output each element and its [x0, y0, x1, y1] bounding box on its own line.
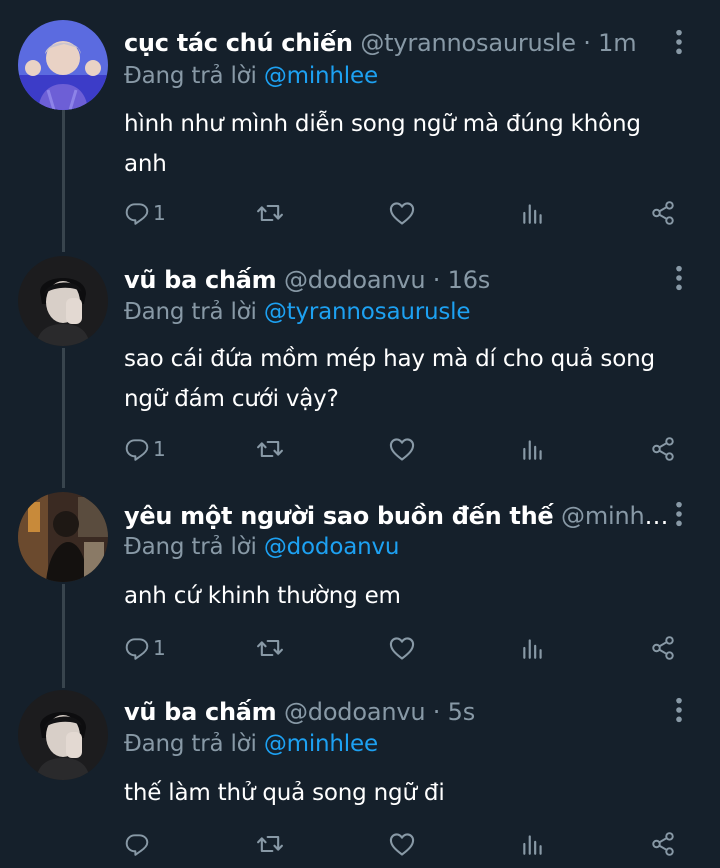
- share-button[interactable]: [650, 630, 676, 666]
- reply-icon: [124, 200, 150, 226]
- like-icon: [388, 830, 416, 858]
- avatar[interactable]: [18, 256, 108, 346]
- reply-button[interactable]: 1: [124, 431, 166, 467]
- tweet-text-line: anh: [124, 151, 167, 177]
- tweet-header: cục tác chú chiến @tyrannosaurusle · 1m: [124, 25, 672, 61]
- analytics-button[interactable]: [520, 195, 546, 231]
- reply-count: 1: [153, 636, 166, 660]
- tweet-header: vũ ba chấm @dodoanvu · 5s: [124, 694, 672, 730]
- tweet-text-line: sao cái đứa mồm mép hay mà dí cho quả so…: [124, 346, 655, 372]
- reply-count: 1: [153, 437, 166, 461]
- tweet-text: hình như mình diễn song ngữ mà đúng khôn…: [124, 104, 684, 184]
- share-button[interactable]: [650, 826, 676, 862]
- tweet-text-line: hình như mình diễn song ngữ mà đúng khôn…: [124, 111, 641, 137]
- analytics-button[interactable]: [520, 431, 546, 467]
- display-name[interactable]: vũ ba chấm: [124, 698, 277, 726]
- tweet-text-line: thế làm thử quả song ngữ đi: [124, 780, 445, 806]
- avatar[interactable]: [18, 690, 108, 780]
- reply-button[interactable]: 1: [124, 630, 166, 666]
- share-button[interactable]: [650, 431, 676, 467]
- retweet-icon: [256, 634, 284, 662]
- action-bar: [124, 826, 684, 862]
- reply-button[interactable]: [124, 826, 153, 862]
- replying-prefix: Đang trả lời: [124, 731, 264, 757]
- like-button[interactable]: [388, 630, 416, 666]
- replying-to: Đang trả lời @minhlee: [124, 60, 378, 92]
- display-name[interactable]: vũ ba chấm: [124, 266, 277, 294]
- share-icon: [650, 200, 676, 226]
- tweet-text: thế làm thử quả song ngữ đi: [124, 773, 684, 813]
- replying-prefix: Đang trả lời: [124, 534, 264, 560]
- tweet[interactable]: cục tác chú chiến @tyrannosaurusle · 1m …: [0, 0, 720, 236]
- like-icon: [388, 199, 416, 227]
- more-icon[interactable]: [674, 264, 690, 294]
- replying-prefix: Đang trả lời: [124, 63, 264, 89]
- replying-to: Đang trả lời @dodoanvu: [124, 531, 399, 563]
- more-icon[interactable]: [674, 500, 690, 530]
- tweet[interactable]: vũ ba chấm @dodoanvu · 5s Đang trả lời @…: [0, 670, 720, 868]
- tweet-text-line: ngữ đám cưới vậy?: [124, 386, 339, 412]
- retweet-button[interactable]: [256, 431, 284, 467]
- tweet-text: sao cái đứa mồm mép hay mà dí cho quả so…: [124, 339, 684, 419]
- more-icon[interactable]: [674, 696, 690, 726]
- retweet-button[interactable]: [256, 630, 284, 666]
- retweet-icon: [256, 830, 284, 858]
- like-icon: [388, 634, 416, 662]
- more-icon[interactable]: [674, 28, 690, 58]
- mention-link[interactable]: @dodoanvu: [264, 534, 400, 560]
- retweet-icon: [256, 199, 284, 227]
- replying-prefix: Đang trả lời: [124, 299, 264, 325]
- analytics-icon: [520, 635, 546, 661]
- handle-and-time: @dodoanvu · 5s: [283, 698, 476, 726]
- share-icon: [650, 635, 676, 661]
- action-bar: 1: [124, 630, 684, 666]
- reply-icon: [124, 831, 150, 857]
- tweet-header: yêu một người sao buồn đến thế @minhlee …: [124, 498, 672, 534]
- like-button[interactable]: [388, 195, 416, 231]
- replying-to: Đang trả lời @tyrannosaurusle: [124, 296, 470, 328]
- tweet-text: anh cứ khinh thường em: [124, 576, 684, 616]
- avatar[interactable]: [18, 20, 108, 110]
- retweet-button[interactable]: [256, 195, 284, 231]
- reply-count: 1: [153, 201, 166, 225]
- action-bar: 1: [124, 195, 684, 231]
- action-bar: 1: [124, 431, 684, 467]
- mention-link[interactable]: @tyrannosaurusle: [264, 299, 471, 325]
- mention-link[interactable]: @minhlee: [264, 731, 378, 757]
- analytics-button[interactable]: [520, 826, 546, 862]
- analytics-icon: [520, 436, 546, 462]
- mention-link[interactable]: @minhlee: [264, 63, 378, 89]
- replying-to: Đang trả lời @minhlee: [124, 728, 378, 760]
- share-icon: [650, 436, 676, 462]
- handle-and-time: @tyrannosaurusle · 1m: [360, 29, 637, 57]
- tweet[interactable]: yêu một người sao buồn đến thế @minhlee …: [0, 472, 720, 670]
- handle-and-time: @dodoanvu · 16s: [283, 266, 491, 294]
- analytics-button[interactable]: [520, 630, 546, 666]
- analytics-icon: [520, 200, 546, 226]
- like-button[interactable]: [388, 431, 416, 467]
- display-name[interactable]: yêu một người sao buồn đến thế: [124, 502, 554, 530]
- handle-and-time: @minhlee ·...: [561, 502, 672, 530]
- like-button[interactable]: [388, 826, 416, 862]
- tweet[interactable]: vũ ba chấm @dodoanvu · 16s Đang trả lời …: [0, 236, 720, 472]
- share-icon: [650, 831, 676, 857]
- avatar[interactable]: [18, 492, 108, 582]
- share-button[interactable]: [650, 195, 676, 231]
- reply-icon: [124, 635, 150, 661]
- retweet-icon: [256, 435, 284, 463]
- reply-icon: [124, 436, 150, 462]
- like-icon: [388, 435, 416, 463]
- tweet-header: vũ ba chấm @dodoanvu · 16s: [124, 262, 672, 298]
- reply-button[interactable]: 1: [124, 195, 166, 231]
- retweet-button[interactable]: [256, 826, 284, 862]
- tweet-text-line: anh cứ khinh thường em: [124, 583, 401, 609]
- analytics-icon: [520, 831, 546, 857]
- display-name[interactable]: cục tác chú chiến: [124, 29, 353, 57]
